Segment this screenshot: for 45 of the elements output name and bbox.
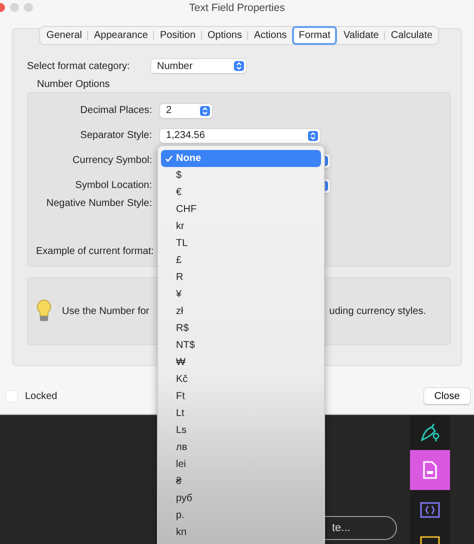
tab[interactable]: Validate — [337, 27, 384, 44]
menu-item[interactable]: ₩ — [161, 354, 321, 371]
field-label: Example of current format: — [36, 246, 155, 257]
tab[interactable]: Options — [202, 27, 247, 44]
tab[interactable]: General — [40, 27, 87, 44]
menu-item[interactable]: NT$ — [161, 337, 321, 354]
menu-item[interactable]: £ — [161, 252, 321, 269]
menu-item[interactable]: руб — [161, 490, 321, 507]
field-label: Symbol Location: — [74, 180, 153, 191]
menu-item[interactable]: Kč — [161, 371, 321, 388]
menu-item[interactable]: Ls — [161, 422, 321, 439]
menu-item[interactable]: ¥ — [161, 286, 321, 303]
menu-item[interactable]: Lt — [161, 405, 321, 422]
field-label: Decimal Places: — [79, 105, 153, 116]
tip-text: uding currency styles. — [329, 306, 426, 316]
section-title: Number Options — [37, 79, 111, 90]
menu-item[interactable]: lei — [161, 456, 321, 473]
checkbox-label: Locked — [25, 390, 58, 402]
menu-item[interactable]: ₴ — [161, 473, 321, 490]
menu-item[interactable]: TL — [161, 235, 321, 252]
menu-item[interactable]: € — [161, 184, 321, 201]
tip-text: Use the Number for — [62, 306, 150, 316]
field-label: Select format category: — [27, 60, 131, 72]
tab[interactable]: Format — [292, 26, 338, 45]
tab[interactable]: Position — [154, 27, 201, 44]
menu-item[interactable]: R — [161, 269, 321, 286]
menu-item[interactable]: лв — [161, 439, 321, 456]
tab[interactable]: Appearance — [88, 27, 153, 44]
menu-item[interactable]: zł — [161, 303, 321, 320]
menu-item[interactable]: Ft — [161, 388, 321, 405]
popup-field[interactable]: Number — [151, 59, 246, 73]
menu-item[interactable]: None — [161, 150, 321, 167]
field-label: Separator Style: — [79, 130, 153, 141]
popup-field[interactable]: 2 — [160, 104, 212, 118]
field-label: Currency Symbol: — [72, 155, 153, 166]
popup-field[interactable]: 1,234.56 — [160, 128, 320, 142]
tab[interactable]: Actions — [248, 27, 292, 44]
field-label: Negative Number Style: — [45, 198, 153, 209]
menu-item[interactable]: R$ — [161, 320, 321, 337]
menu-item[interactable]: CHF — [161, 201, 321, 218]
window-title: Text Field Properties — [189, 2, 285, 14]
close-button[interactable]: Close — [424, 388, 470, 404]
menu-item[interactable]: $ — [161, 167, 321, 184]
menu-item[interactable]: kr — [161, 218, 321, 235]
tab[interactable]: Calculate — [384, 27, 438, 44]
